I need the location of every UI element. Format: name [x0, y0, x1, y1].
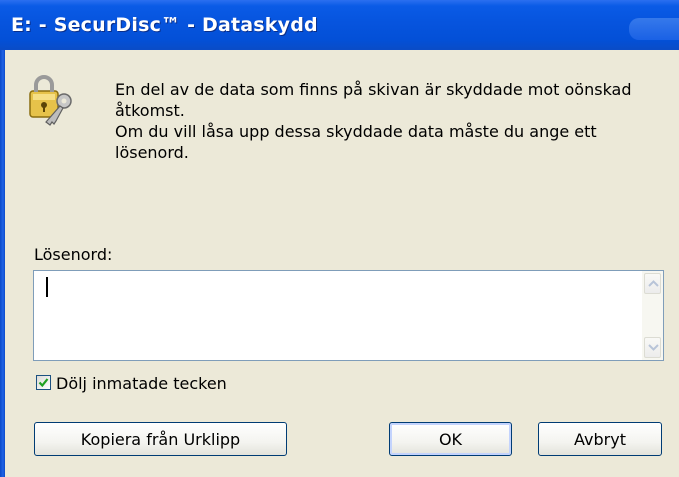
password-label: Lösenord:	[34, 245, 113, 264]
title-bar-edge	[629, 18, 679, 40]
scroll-down-button[interactable]	[644, 337, 661, 358]
dialog-window: E: - SecurDisc™ - Dataskydd En del av de…	[0, 0, 679, 477]
message-line-1: En del av de data som finns på skivan är…	[115, 80, 632, 120]
hide-chars-label[interactable]: Dölj inmatade tecken	[56, 374, 227, 393]
info-message: En del av de data som finns på skivan är…	[115, 79, 635, 163]
chevron-up-icon	[648, 280, 659, 287]
ok-button-label: OK	[438, 429, 463, 449]
cancel-button-label: Avbryt	[574, 429, 626, 449]
hide-chars-checkbox[interactable]	[36, 375, 51, 390]
scroll-up-button[interactable]	[644, 273, 661, 294]
ok-button[interactable]: OK	[389, 422, 512, 456]
dialog-body: En del av de data som finns på skivan är…	[5, 50, 679, 477]
text-caret	[46, 277, 48, 297]
password-input[interactable]	[33, 270, 664, 361]
message-line-2: Om du vill låsa upp dessa skyddade data …	[115, 122, 597, 162]
copy-button-label: Kopiera från Urklipp	[80, 429, 241, 449]
checkmark-icon	[38, 378, 49, 388]
vertical-scrollbar[interactable]	[642, 271, 663, 360]
cancel-button[interactable]: Avbryt	[538, 422, 662, 456]
key-lock-icon	[26, 75, 80, 129]
title-bar[interactable]: E: - SecurDisc™ - Dataskydd	[0, 0, 679, 50]
chevron-down-icon	[648, 344, 659, 351]
copy-from-clipboard-button[interactable]: Kopiera från Urklipp	[34, 422, 287, 456]
window-title: E: - SecurDisc™ - Dataskydd	[11, 14, 318, 36]
